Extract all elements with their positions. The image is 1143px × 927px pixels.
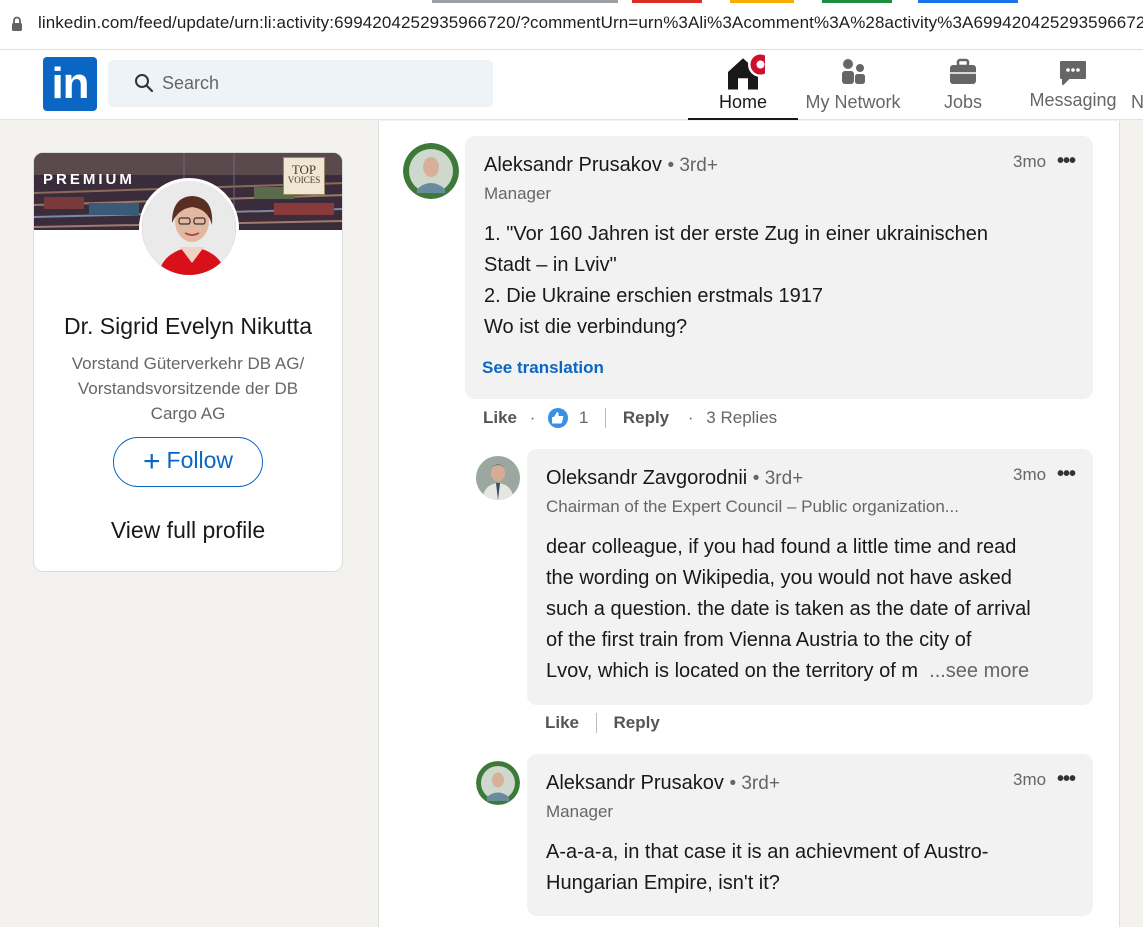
- reply-author-name[interactable]: Oleksandr Zavgorodnii: [546, 467, 747, 489]
- nav-messaging-label: Messaging: [1029, 90, 1117, 110]
- nav-my-network-label: My Network: [805, 92, 901, 112]
- like-button[interactable]: Like: [545, 713, 579, 733]
- reply-portrait: [476, 761, 520, 805]
- reply-avatar[interactable]: [476, 456, 520, 500]
- like-reaction-icon[interactable]: [548, 407, 569, 428]
- top-voices-badge-top: TOP: [291, 162, 317, 177]
- search-box[interactable]: [108, 60, 493, 107]
- profile-avatar[interactable]: [139, 178, 239, 278]
- nav-notifications[interactable]: N: [1128, 50, 1143, 120]
- nav-jobs-label: Jobs: [943, 92, 983, 112]
- nav-jobs[interactable]: Jobs: [908, 50, 1018, 120]
- reply-line: dear colleague, if you had found a littl…: [546, 536, 1017, 558]
- comment-line: Wo ist die verbindung?: [484, 316, 688, 338]
- search-icon: [135, 74, 154, 93]
- connection-degree: • 3rd+: [667, 155, 718, 176]
- reply-avatar[interactable]: [476, 761, 520, 805]
- search-input[interactable]: [162, 60, 482, 107]
- profile-headline: Vorstand Güterverkehr DB AG/ Vorstandsvo…: [71, 354, 305, 423]
- top-voices-badge: TOP VOICES: [283, 157, 325, 195]
- plus-icon: +: [143, 445, 161, 478]
- profile-name[interactable]: Dr. Sigrid Evelyn Nikutta: [34, 313, 342, 340]
- reply-author[interactable]: Oleksandr Zavgorodnii • 3rd+: [546, 467, 803, 490]
- comment-line: Stadt – in Lviv": [484, 254, 617, 276]
- reply-button[interactable]: Reply: [623, 408, 669, 428]
- nav-home-label: Home: [718, 92, 767, 112]
- linkedin-logo[interactable]: in: [43, 57, 97, 111]
- more-options-icon[interactable]: •••: [1057, 150, 1076, 173]
- reply-time: 3mo: [1013, 465, 1047, 484]
- comment-bubble: Aleksandr Prusakov • 3rd+ 3mo ••• Manage…: [465, 136, 1093, 399]
- lock-icon[interactable]: [11, 16, 23, 32]
- more-options-icon[interactable]: •••: [1057, 768, 1076, 791]
- action-divider: [595, 712, 597, 733]
- reply-author-subtitle: Chairman of the Expert Council – Public …: [546, 497, 959, 516]
- reaction-count[interactable]: 1: [579, 408, 588, 428]
- comment-line: 2. Die Ukraine erschien erstmals 1917: [484, 285, 824, 307]
- nav-messaging[interactable]: Messaging: [1018, 50, 1128, 120]
- reply-line: such a question. the date is taken as th…: [546, 598, 1031, 620]
- like-button[interactable]: Like: [483, 408, 517, 428]
- comment-author-name[interactable]: Aleksandr Prusakov: [484, 154, 662, 176]
- reply-line: A-a-a-a, in that case it is an achievmen…: [546, 841, 989, 863]
- reply-time: 3mo: [1013, 770, 1047, 789]
- reply-button[interactable]: Reply: [614, 713, 660, 733]
- comment-author-subtitle: Manager: [484, 184, 552, 203]
- chat-icon: [1060, 61, 1086, 85]
- action-divider: [605, 407, 607, 428]
- see-translation-link[interactable]: See translation: [482, 358, 604, 378]
- separator-dot: ·: [687, 407, 694, 427]
- tab-strip: [0, 0, 1143, 3]
- comment-text: 1. "Vor 160 Jahren ist der erste Zug in …: [484, 219, 988, 343]
- nav-home[interactable]: Home: [688, 50, 798, 120]
- reply-actions: Like Reply: [545, 712, 660, 733]
- profile-portrait: [142, 181, 236, 275]
- reply-author-subtitle: Manager: [546, 802, 614, 821]
- more-options-icon[interactable]: •••: [1057, 463, 1076, 486]
- commenter-portrait: [403, 143, 459, 199]
- see-more-link[interactable]: ...see more: [929, 660, 1029, 682]
- follow-button[interactable]: + Follow: [113, 437, 263, 487]
- reply-bubble: Oleksandr Zavgorodnii • 3rd+ 3mo ••• Cha…: [527, 449, 1093, 705]
- reply-line: of the first train from Vienna Austria t…: [546, 629, 972, 651]
- premium-label: PREMIUM: [43, 171, 135, 188]
- reply-author[interactable]: Aleksandr Prusakov • 3rd+: [546, 772, 780, 795]
- reply-line: Lvov, which is located on the territory …: [546, 660, 919, 682]
- reply-bubble: Aleksandr Prusakov • 3rd+ 3mo ••• Manage…: [527, 754, 1093, 916]
- view-full-profile-link[interactable]: View full profile: [34, 517, 342, 544]
- reply-line: the wording on Wikipedia, you would not …: [546, 567, 1012, 589]
- reply-author-name[interactable]: Aleksandr Prusakov: [546, 772, 724, 794]
- connection-degree: • 3rd+: [752, 468, 804, 489]
- home-icon: [728, 52, 765, 90]
- url-text[interactable]: linkedin.com/feed/update/urn:li:activity…: [38, 13, 1143, 33]
- nav-notifications-label: N: [1131, 92, 1143, 112]
- separator-dot: ·: [529, 407, 536, 427]
- reply-text: A-a-a-a, in that case it is an achievmen…: [546, 837, 988, 899]
- reply-text: dear colleague, if you had found a littl…: [546, 532, 1031, 687]
- comment-thread: Aleksandr Prusakov • 3rd+ 3mo ••• Manage…: [378, 121, 1120, 927]
- reply-portrait: [476, 456, 520, 500]
- connection-degree: • 3rd+: [729, 773, 780, 794]
- comment-actions: Like · 1 Reply · 3 Replies: [483, 407, 777, 428]
- reply-line-last: Lvov, which is located on the territory …: [546, 656, 1031, 687]
- comment-time: 3mo: [1013, 152, 1047, 171]
- browser-address-bar[interactable]: linkedin.com/feed/update/urn:li:activity…: [0, 0, 1143, 50]
- comment-author[interactable]: Aleksandr Prusakov • 3rd+: [484, 154, 718, 177]
- top-navigation: in Home My Network Jobs: [0, 50, 1143, 120]
- follow-label: Follow: [166, 447, 233, 473]
- commenter-avatar[interactable]: [403, 143, 459, 199]
- briefcase-icon: [950, 58, 976, 84]
- people-icon: [842, 59, 865, 84]
- profile-card: PREMIUM TOP VOICES Dr. Sigrid Evelyn Nik…: [33, 152, 343, 572]
- replies-count-link[interactable]: 3 Replies: [706, 408, 777, 428]
- comment-line: 1. "Vor 160 Jahren ist der erste Zug in …: [484, 223, 989, 245]
- reply-line: Hungarian Empire, isn't it?: [546, 872, 780, 894]
- nav-my-network[interactable]: My Network: [798, 50, 908, 120]
- top-voices-badge-voices: VOICES: [287, 175, 321, 185]
